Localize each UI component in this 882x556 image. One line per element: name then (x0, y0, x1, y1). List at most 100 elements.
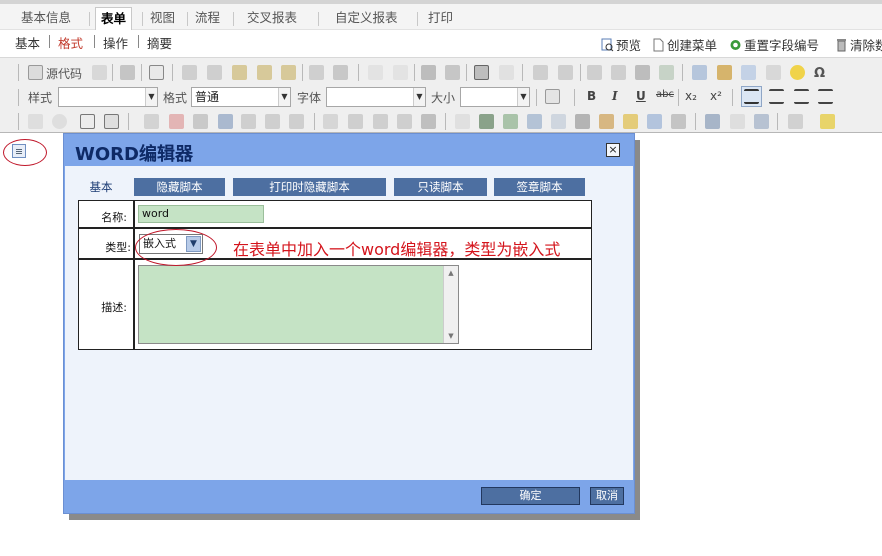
image-icon[interactable] (692, 65, 707, 80)
unlink-icon[interactable] (730, 114, 745, 129)
tab-cross-report[interactable]: 交叉报表 (247, 8, 297, 30)
cancel-button[interactable]: 取消 (590, 487, 624, 505)
template-icon[interactable] (120, 65, 135, 80)
dialog-tab-seal-script[interactable]: 签章脚本 (494, 178, 585, 196)
anchor-icon[interactable] (754, 114, 769, 129)
bold-button[interactable]: B (587, 89, 596, 103)
seal-icon[interactable] (671, 114, 686, 129)
preview-link[interactable]: 预览 (601, 35, 641, 54)
subtab-operation[interactable]: 操作 (103, 33, 128, 52)
select-all-icon[interactable] (474, 65, 489, 80)
ok-button[interactable]: 确定 (481, 487, 580, 505)
tab-basic-info[interactable]: 基本信息 (21, 8, 71, 30)
textarea-scrollbar[interactable]: ▲ ▼ (443, 266, 458, 343)
calendar-icon[interactable] (169, 114, 184, 129)
tab-print[interactable]: 打印 (428, 8, 453, 30)
flash-icon[interactable] (717, 65, 732, 80)
superscript-button[interactable]: x² (710, 89, 722, 103)
signature-icon[interactable] (421, 114, 436, 129)
link-icon[interactable] (705, 114, 720, 129)
undo-icon[interactable] (368, 65, 383, 80)
strikethrough-button[interactable]: abc (656, 89, 674, 100)
align-center-icon[interactable] (769, 89, 784, 104)
dialog-tab-basic[interactable]: 基本 (75, 178, 127, 196)
list-box-icon[interactable] (144, 114, 159, 129)
tab-form[interactable]: 表单 (95, 7, 133, 31)
show-blocks-icon[interactable] (545, 89, 560, 104)
user-select-icon[interactable] (193, 114, 208, 129)
textarea-icon[interactable] (104, 114, 119, 129)
department-icon[interactable] (218, 114, 233, 129)
close-icon[interactable]: × (606, 143, 620, 157)
cut-icon[interactable] (182, 65, 197, 80)
reset-field-number-link[interactable]: 重置字段编号 (729, 35, 819, 54)
format-select[interactable]: 普通 ▼ (191, 87, 291, 107)
image-upload-icon[interactable] (397, 114, 412, 129)
scroll-up-icon[interactable]: ▲ (445, 267, 457, 279)
indent-icon[interactable] (611, 65, 626, 80)
spellcheck-icon[interactable] (333, 65, 348, 80)
pen-icon[interactable] (455, 114, 470, 129)
replace-icon[interactable] (445, 65, 460, 80)
radio-icon[interactable] (52, 114, 67, 129)
ordered-list-icon[interactable] (533, 65, 548, 80)
subtab-format[interactable]: 格式 (58, 33, 83, 52)
scroll-down-icon[interactable]: ▼ (445, 330, 457, 342)
subform-icon[interactable] (289, 114, 304, 129)
eraser-icon[interactable] (499, 65, 514, 80)
view-icon[interactable] (527, 114, 542, 129)
redo-icon[interactable] (393, 65, 408, 80)
size-select[interactable]: ▼ (460, 87, 530, 107)
macro-icon[interactable] (241, 114, 256, 129)
italic-button[interactable]: I (612, 89, 618, 103)
font-select[interactable]: ▼ (326, 87, 426, 107)
find-icon[interactable] (421, 65, 436, 80)
report-icon[interactable] (551, 114, 566, 129)
style-select[interactable]: ▼ (58, 87, 158, 107)
picture-frame-icon[interactable] (599, 114, 614, 129)
hidden-field-icon[interactable] (348, 114, 363, 129)
align-right-icon[interactable] (794, 89, 809, 104)
camera-icon[interactable] (575, 114, 590, 129)
subscript-button[interactable]: x₂ (685, 89, 697, 103)
page-icon[interactable] (149, 65, 164, 80)
paste-icon[interactable] (232, 65, 247, 80)
description-textarea[interactable]: ▲ ▼ (138, 265, 459, 344)
underline-button[interactable]: U (636, 89, 646, 103)
attachment-icon[interactable] (373, 114, 388, 129)
div-container-icon[interactable] (659, 65, 674, 80)
horizontal-rule-icon[interactable] (766, 65, 781, 80)
unordered-list-icon[interactable] (558, 65, 573, 80)
word-editor-icon[interactable] (647, 114, 662, 129)
tab-view[interactable]: 视图 (150, 8, 175, 30)
button-icon[interactable] (323, 114, 338, 129)
dialog-tab-hide-script[interactable]: 隐藏脚本 (134, 178, 225, 196)
calculate-icon[interactable] (265, 114, 280, 129)
table-icon[interactable] (741, 65, 756, 80)
tab-flow[interactable]: 流程 (195, 8, 220, 30)
name-input[interactable]: word (138, 205, 264, 223)
grid-icon[interactable] (503, 114, 518, 129)
source-code-icon[interactable] (28, 65, 43, 80)
checkbox-icon[interactable] (28, 114, 43, 129)
paste-text-icon[interactable] (257, 65, 272, 80)
outdent-icon[interactable] (587, 65, 602, 80)
photo-icon[interactable] (623, 114, 638, 129)
paste-word-icon[interactable] (281, 65, 296, 80)
smiley-icon[interactable] (790, 65, 805, 80)
print-icon[interactable] (309, 65, 324, 80)
copy-icon[interactable] (207, 65, 222, 80)
subtab-basic[interactable]: 基本 (15, 33, 40, 52)
background-color-icon[interactable] (820, 114, 835, 129)
text-color-icon[interactable] (788, 114, 803, 129)
subtab-summary[interactable]: 摘要 (147, 33, 172, 52)
dialog-tab-print-hide-script[interactable]: 打印时隐藏脚本 (233, 178, 386, 196)
create-menu-link[interactable]: 创建菜单 (652, 35, 717, 54)
dialog-tab-readonly-script[interactable]: 只读脚本 (394, 178, 487, 196)
source-code-button[interactable]: 源代码 (46, 65, 82, 82)
special-char-icon[interactable]: Ω (814, 66, 825, 81)
align-justify-icon[interactable] (818, 89, 833, 104)
clear-data-link[interactable]: 清除数 (835, 35, 882, 54)
tab-custom-report[interactable]: 自定义报表 (335, 8, 398, 30)
blockquote-icon[interactable] (635, 65, 650, 80)
